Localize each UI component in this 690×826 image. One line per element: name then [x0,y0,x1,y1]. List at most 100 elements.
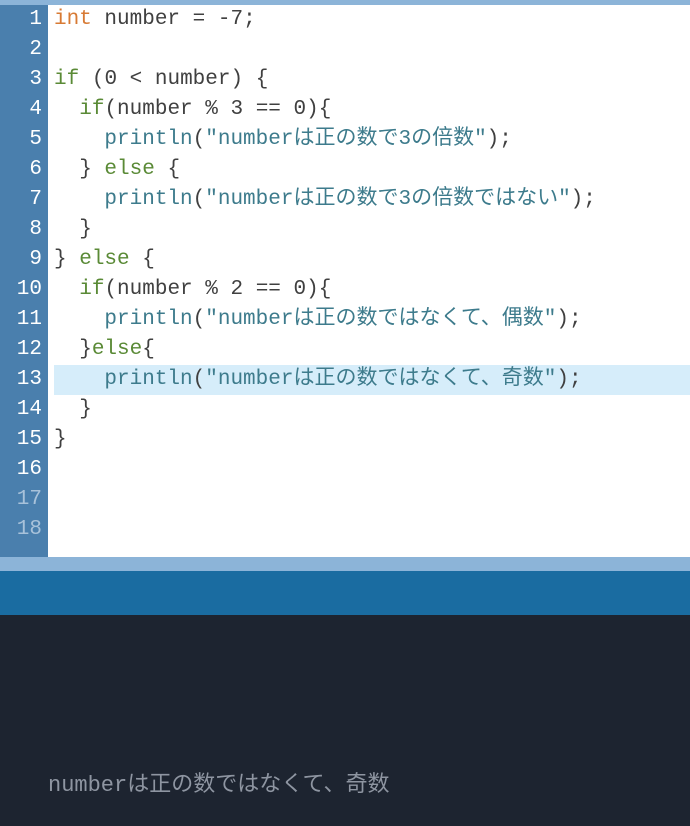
code-token: ); [556,368,581,391]
line-number: 4 [0,95,42,125]
code-token: ( [193,128,206,151]
code-token: { [130,248,155,271]
code-line[interactable] [54,455,690,485]
code-token [92,8,105,31]
code-token: if [54,68,79,91]
code-token: } [54,338,92,361]
code-token: ( [104,278,117,301]
code-token: } [54,218,92,241]
code-line[interactable]: } [54,215,690,245]
code-token: 0 [294,278,307,301]
line-number: 12 [0,335,42,365]
code-token: number [104,8,180,31]
code-token: = - [180,8,230,31]
code-token: == [243,278,293,301]
code-token: else [104,158,154,181]
code-line[interactable] [54,35,690,65]
line-number: 7 [0,185,42,215]
line-number: 9 [0,245,42,275]
line-number: 3 [0,65,42,95]
code-token: } [54,428,67,451]
code-token: ); [556,308,581,331]
code-token: ){ [306,278,331,301]
code-line[interactable]: } else { [54,155,690,185]
code-token: ); [571,188,596,211]
line-number-gutter: 123456789101112131415161718 [0,5,48,557]
code-token: 2 [230,278,243,301]
code-token: % [193,98,231,121]
code-token: { [155,158,180,181]
code-token: else [79,248,129,271]
code-token: println [104,188,192,211]
code-token: if [79,278,104,301]
code-token: number [117,278,193,301]
code-token [54,308,104,331]
code-token: 7 [230,8,243,31]
code-token: % [193,278,231,301]
code-token [54,278,79,301]
code-line[interactable]: println("numberは正の数ではなくて、偶数"); [54,305,690,335]
code-token: 0 [104,68,117,91]
code-token: 0 [294,98,307,121]
code-editor[interactable]: 123456789101112131415161718 int number =… [0,0,690,557]
line-number: 15 [0,425,42,455]
line-number: 10 [0,275,42,305]
code-line[interactable]: } [54,425,690,455]
line-number: 14 [0,395,42,425]
code-token: < [117,68,155,91]
code-token: if [79,98,104,121]
code-line[interactable]: } [54,395,690,425]
code-token: } [54,248,79,271]
code-token [54,128,104,151]
line-number: 1 [0,5,42,35]
code-token: println [104,128,192,151]
code-token: ( [193,368,206,391]
line-number: 18 [0,515,42,545]
code-token: "numberは正の数で3の倍数" [205,128,486,151]
code-line[interactable]: println("numberは正の数ではなくて、奇数"); [54,365,690,395]
line-number: 17 [0,485,42,515]
code-token [54,368,104,391]
panel-divider[interactable] [0,557,690,615]
code-token [54,188,104,211]
code-token: number [155,68,231,91]
code-area[interactable]: int number = -7;if (0 < number) { if(num… [48,5,690,557]
ide-window: 123456789101112131415161718 int number =… [0,0,690,826]
console-panel: numberは正の数ではなくて、奇数 [0,615,690,826]
line-number: 2 [0,35,42,65]
code-line[interactable]: int number = -7; [54,5,690,35]
code-token [54,98,79,121]
code-token: ( [193,188,206,211]
code-token: ){ [306,98,331,121]
code-token: } [54,398,92,421]
code-token: println [104,308,192,331]
code-token: ); [487,128,512,151]
code-token: ( [104,98,117,121]
code-token: number [117,98,193,121]
code-line[interactable]: if(number % 3 == 0){ [54,95,690,125]
code-line[interactable]: if (0 < number) { [54,65,690,95]
code-line[interactable] [54,515,690,545]
line-number: 11 [0,305,42,335]
code-line[interactable]: println("numberは正の数で3の倍数ではない"); [54,185,690,215]
line-number: 6 [0,155,42,185]
line-number: 8 [0,215,42,245]
line-number: 5 [0,125,42,155]
code-token: ) { [230,68,268,91]
code-line[interactable]: if(number % 2 == 0){ [54,275,690,305]
code-token: } [54,158,104,181]
code-line[interactable]: println("numberは正の数で3の倍数"); [54,125,690,155]
code-token: int [54,8,92,31]
code-token: "numberは正の数ではなくて、偶数" [205,308,556,331]
code-token: "numberは正の数ではなくて、奇数" [205,368,556,391]
code-line[interactable]: }else{ [54,335,690,365]
code-line[interactable] [54,485,690,515]
code-token: else [92,338,142,361]
code-token: println [104,368,192,391]
line-number: 13 [0,365,42,395]
code-token: ( [79,68,104,91]
code-token: == [243,98,293,121]
code-token: ( [193,308,206,331]
console-output: numberは正の数ではなくて、奇数 [48,766,389,798]
code-line[interactable]: } else { [54,245,690,275]
